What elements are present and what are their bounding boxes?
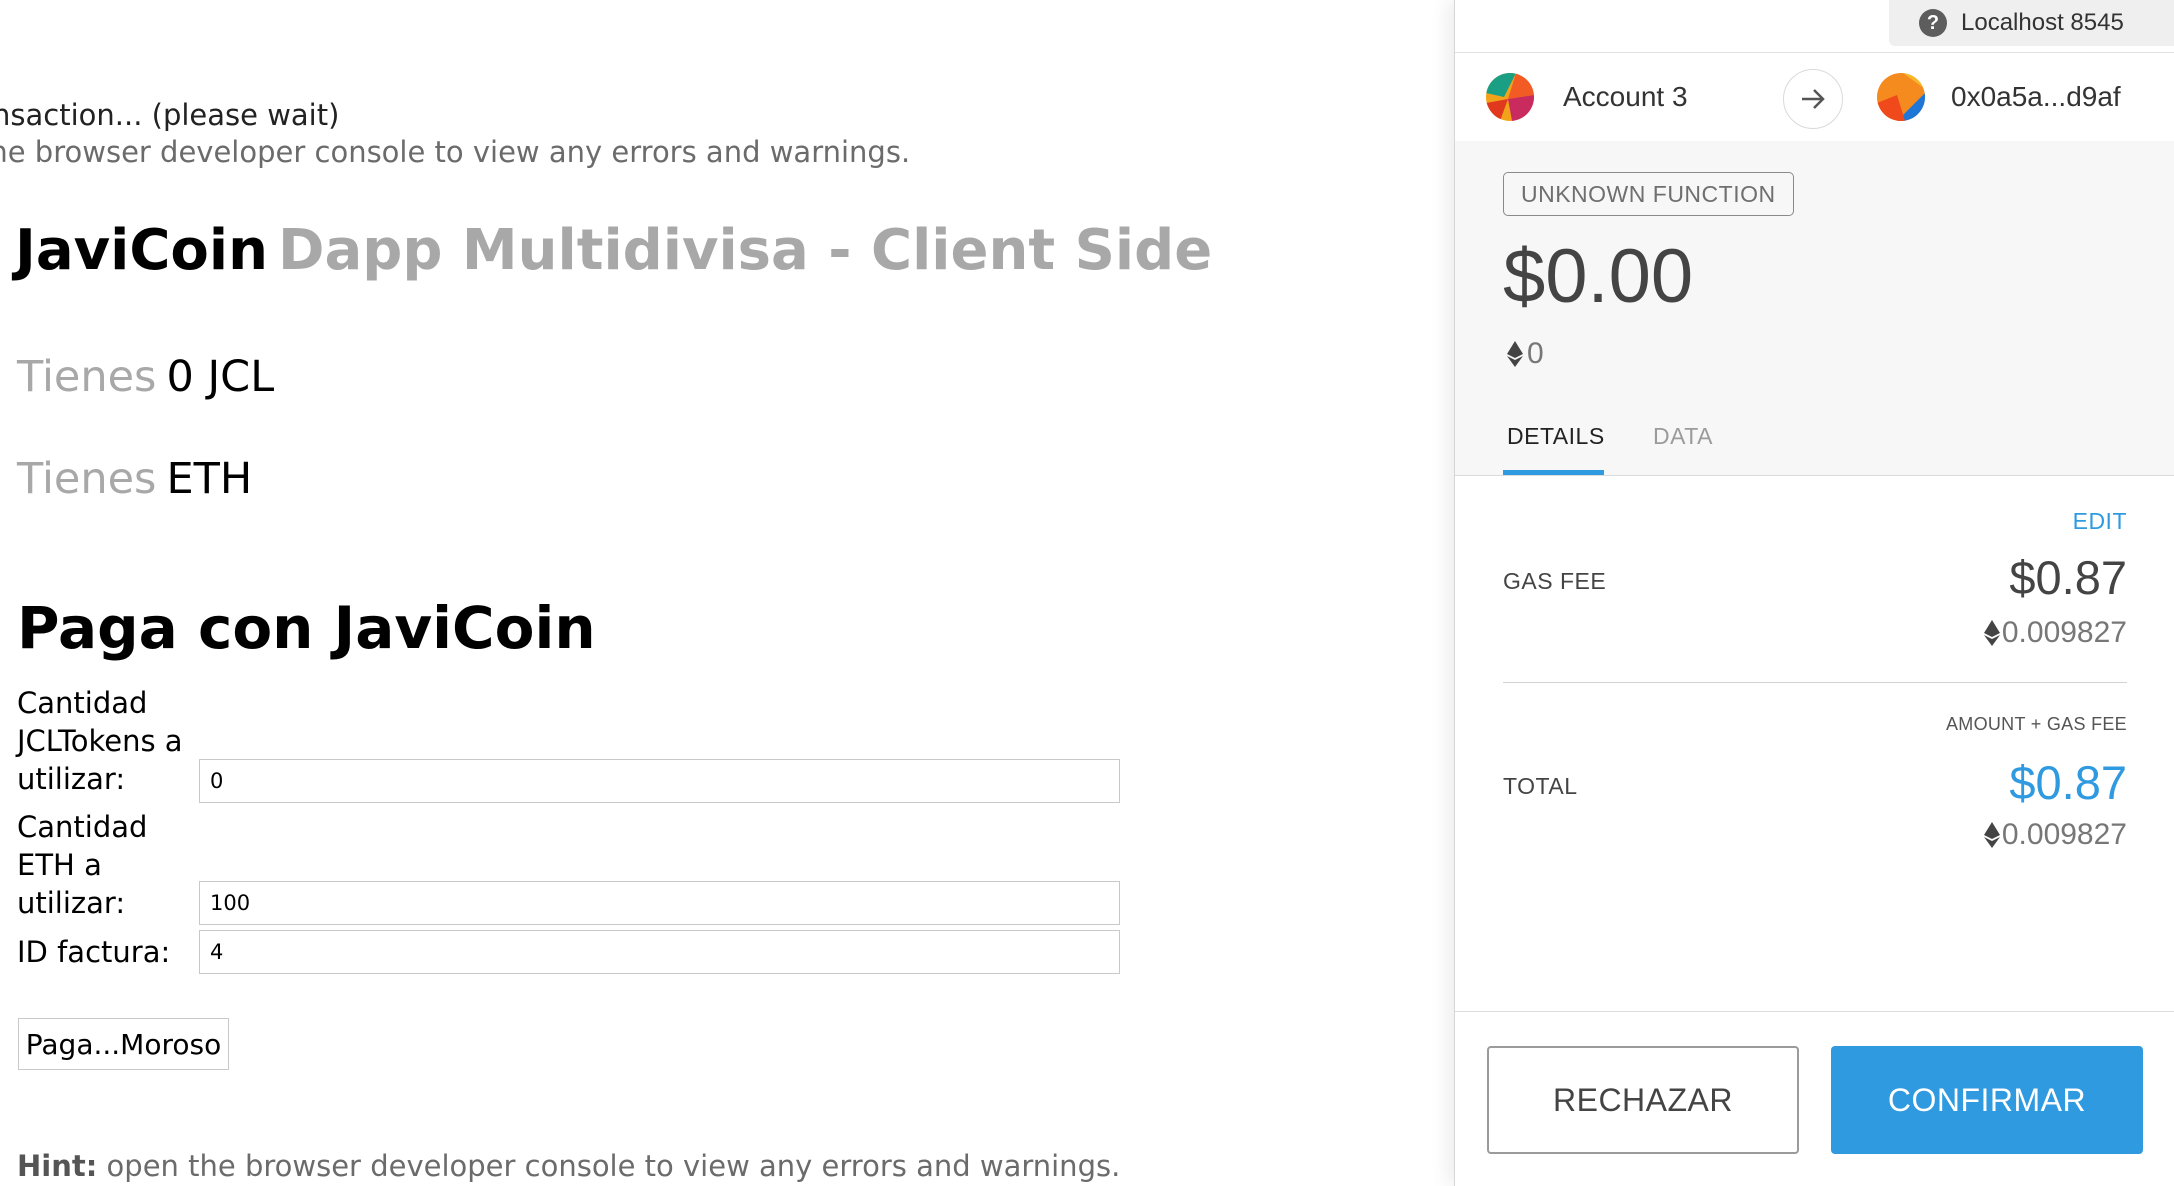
total-eth-value: 0.009827 xyxy=(2001,818,2127,851)
invoice-id-input[interactable] xyxy=(199,930,1120,974)
question-icon: ? xyxy=(1919,9,1947,37)
jcl-amount-label: Cantidad JCLTokens a utilizar: xyxy=(17,686,183,796)
eth-amount-input[interactable] xyxy=(199,881,1120,925)
invoice-id-label: ID factura: xyxy=(17,935,171,969)
eth-icon xyxy=(1983,822,2000,848)
fiat-total: $0.00 xyxy=(1503,234,1694,319)
active-tab-indicator xyxy=(1503,470,1604,475)
amount-gas-label: AMOUNT + GAS FEE xyxy=(1945,714,2127,734)
metamask-popup: ? Localhost 8545 Account 3 0x0a5a...d9af… xyxy=(1454,0,2174,1186)
divider xyxy=(1503,682,2127,683)
eth-balance-value: ETH xyxy=(166,454,253,504)
network-selector[interactable]: ? Localhost 8545 xyxy=(1889,0,2174,46)
gas-fee-fiat: $0.87 xyxy=(2009,551,2127,604)
gas-fee-eth-value: 0.009827 xyxy=(2001,616,2127,649)
footer-divider xyxy=(1455,1011,2174,1012)
jcl-balance: Tienes 0 JCL xyxy=(17,352,274,402)
eth-icon xyxy=(1507,341,1523,367)
pay-button[interactable]: Paga...Moroso xyxy=(18,1018,229,1070)
edit-gas-link[interactable]: EDIT xyxy=(2073,508,2127,535)
tab-data[interactable]: DATA xyxy=(1653,423,1713,450)
hint-bottom-text: Hint: open the browser developer console… xyxy=(17,1149,1120,1183)
jcl-balance-value: 0 JCL xyxy=(166,352,275,402)
pay-heading: Paga con JaviCoin xyxy=(17,594,596,662)
tab-details[interactable]: DETAILS xyxy=(1507,423,1605,450)
total-fiat: $0.87 xyxy=(2009,756,2127,809)
status-text: nsaction... (please wait) xyxy=(0,98,340,132)
from-account-name: Account 3 xyxy=(1563,81,1688,112)
eth-total: 0 xyxy=(1507,337,1544,371)
dapp-page: nsaction... (please wait) the browser de… xyxy=(0,0,1455,1186)
jcl-amount-input[interactable] xyxy=(199,759,1120,803)
total-label: TOTAL xyxy=(1503,773,1578,799)
title-subtitle: Dapp Multidivisa - Client Side xyxy=(277,218,1213,283)
page-title: JaviCoin Dapp Multidivisa - Client Side xyxy=(15,218,1212,283)
eth-balance: Tienes ETH xyxy=(17,454,252,504)
eth-icon xyxy=(1983,620,2000,646)
gas-fee-label: GAS FEE xyxy=(1503,568,1607,594)
hint-label: Hint: xyxy=(17,1149,98,1183)
from-avatar-icon xyxy=(1486,73,1534,121)
total-eth: 0.009827 xyxy=(1983,818,2127,852)
balance-label: Tienes xyxy=(17,454,157,504)
hint-top-text: the browser developer console to view an… xyxy=(0,135,911,169)
network-name: Localhost 8545 xyxy=(1961,9,2124,36)
arrow-right-icon xyxy=(1783,69,1843,129)
balance-label: Tienes xyxy=(17,352,157,402)
gas-fee-eth: 0.009827 xyxy=(1983,616,2127,650)
reject-button[interactable]: RECHAZAR xyxy=(1487,1046,1799,1154)
eth-amount-label: Cantidad ETH a utilizar: xyxy=(17,810,148,920)
transaction-summary: UNKNOWN FUNCTION $0.00 0 DETAILS DATA xyxy=(1455,141,2174,476)
function-badge: UNKNOWN FUNCTION xyxy=(1503,172,1794,216)
title-brand: JaviCoin xyxy=(15,218,268,283)
hint-message: open the browser developer console to vi… xyxy=(97,1149,1121,1183)
eth-total-value: 0 xyxy=(1527,337,1544,370)
confirm-button[interactable]: CONFIRMAR xyxy=(1831,1046,2143,1154)
account-row: Account 3 0x0a5a...d9af xyxy=(1455,52,2174,142)
to-avatar-icon xyxy=(1877,73,1925,121)
to-address: 0x0a5a...d9af xyxy=(1951,81,2121,112)
